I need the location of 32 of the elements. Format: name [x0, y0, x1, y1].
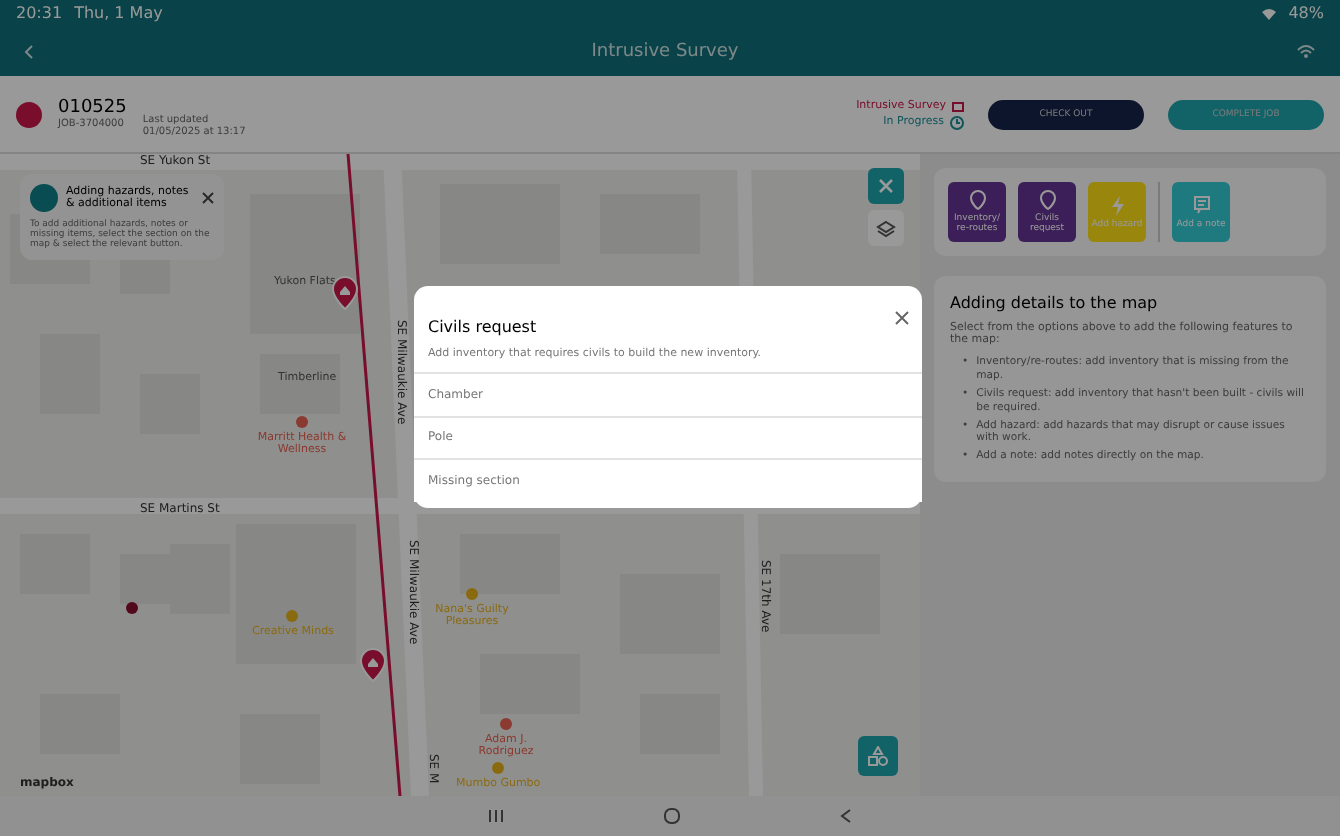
shapes-button[interactable] — [858, 736, 898, 776]
map-dot-icon — [126, 602, 138, 614]
map-pin-icon[interactable] — [332, 276, 358, 310]
job-number: 010525 — [58, 98, 127, 118]
pin-icon — [1039, 190, 1055, 210]
close-icon — [893, 310, 909, 326]
pin-icon — [969, 190, 985, 210]
home-icon[interactable] — [664, 808, 680, 824]
clock-icon — [950, 115, 964, 129]
wifi-icon — [1296, 44, 1316, 58]
close-button[interactable] — [868, 168, 904, 204]
map-pin-icon[interactable] — [360, 648, 386, 682]
back-icon[interactable] — [840, 808, 852, 824]
recents-icon[interactable] — [488, 808, 504, 824]
poi-icon[interactable] — [296, 416, 308, 428]
wifi-icon — [1262, 7, 1277, 19]
help-icon — [30, 184, 58, 212]
poi-icon[interactable] — [500, 718, 512, 730]
dialog-title: Civils request — [428, 318, 537, 336]
close-icon[interactable] — [202, 192, 214, 204]
close-icon — [878, 178, 894, 194]
battery-level: 48% — [1288, 4, 1324, 22]
shapes-icon — [868, 746, 888, 766]
status-date: Thu, 1 May — [74, 4, 163, 22]
layers-icon — [876, 219, 896, 237]
lightning-icon — [1109, 195, 1125, 215]
status-time: 20:31 — [16, 4, 63, 22]
note-icon — [1193, 195, 1209, 215]
page-title: Intrusive Survey — [589, 41, 741, 61]
info-title: Adding details to the map — [950, 294, 1160, 312]
job-icon — [16, 101, 42, 127]
layers-button[interactable] — [868, 210, 904, 246]
